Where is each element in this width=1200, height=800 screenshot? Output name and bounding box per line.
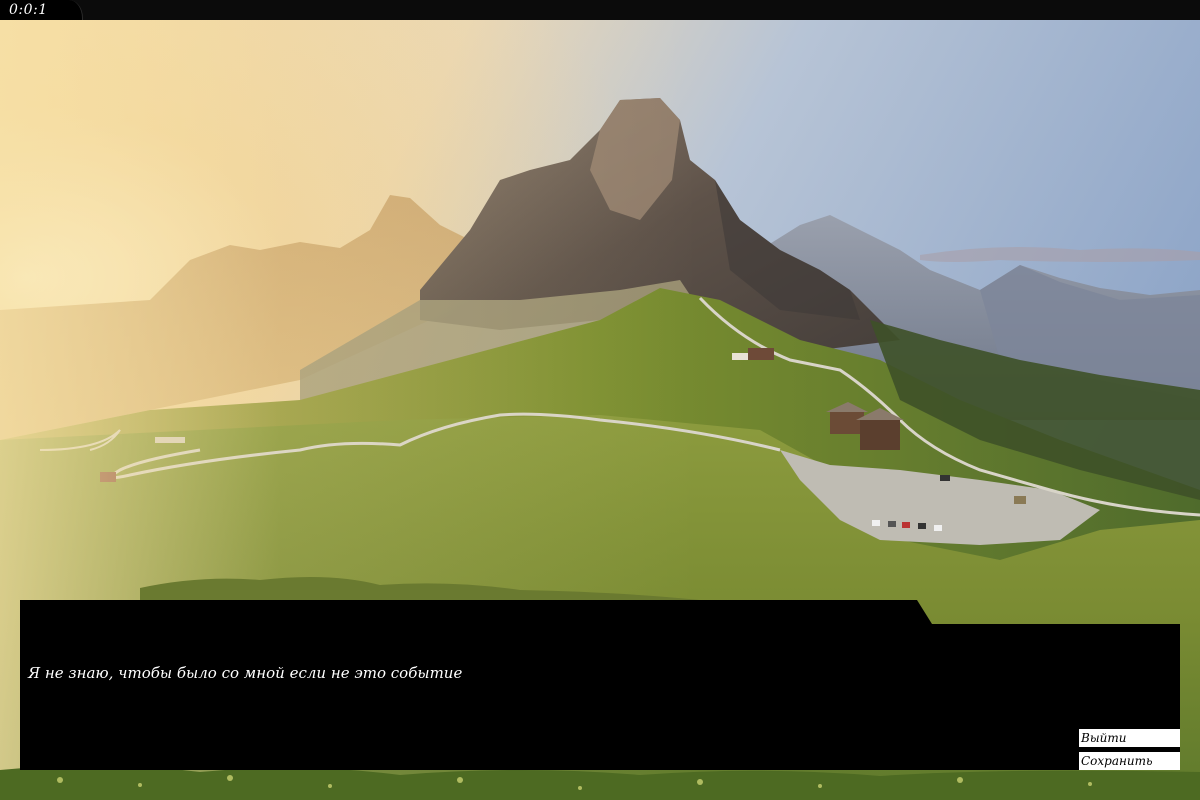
top-bar: 0:0:1	[0, 0, 1200, 20]
dialog-text: Я не знаю, чтобы было со мной если не эт…	[28, 664, 463, 682]
play-timer: 0:0:1	[9, 2, 48, 18]
save-button[interactable]: Сохранить	[1079, 752, 1180, 770]
dialog-panel	[20, 600, 1180, 770]
dialog-box: Я не знаю, чтобы было со мной если не эт…	[20, 600, 1180, 770]
exit-button[interactable]: Выйти	[1079, 729, 1180, 747]
timer-tab: 0:0:1	[0, 0, 83, 20]
game-screen: 0:0:1 Я не знаю, чтобы было со мной если…	[0, 0, 1200, 800]
